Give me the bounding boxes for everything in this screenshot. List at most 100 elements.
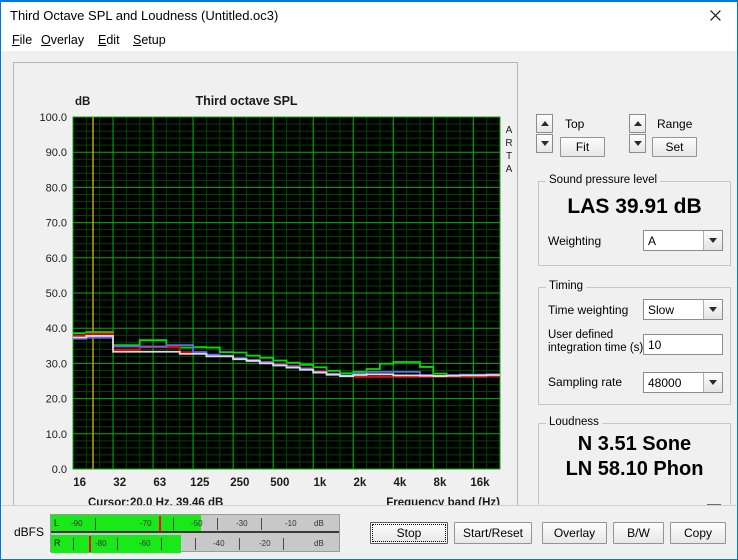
svg-text:A: A	[506, 125, 513, 136]
svg-text:90.0: 90.0	[46, 147, 67, 159]
svg-text:R: R	[505, 138, 512, 149]
weighting-label: Weighting	[548, 234, 602, 248]
sampling-rate-value: 48000	[648, 375, 682, 390]
dbfs-label: dBFS	[14, 525, 45, 539]
meter-tick	[239, 538, 240, 550]
meter-unit-label: dB	[314, 539, 324, 548]
top-spinner-up[interactable]	[536, 114, 553, 133]
meter-tick	[261, 518, 262, 530]
bw-button[interactable]: B/W	[613, 522, 664, 544]
sound-pressure-level-group: Sound pressure level LAS 39.91 dB Weight…	[538, 174, 731, 266]
loudness-phon-value: LN 58.10 Phon	[565, 458, 704, 480]
meter-unit-label: dB	[314, 519, 324, 528]
integration-time-input[interactable]: 10	[643, 334, 723, 355]
top-spinner-down[interactable]	[536, 134, 553, 153]
meter-channel-right: R	[54, 538, 61, 548]
sampling-rate-select[interactable]: 48000	[643, 372, 723, 393]
svg-text:50.0: 50.0	[46, 288, 67, 300]
application-window: Third Octave SPL and Loudness (Untitled.…	[0, 0, 738, 560]
menu-item-overlay[interactable]: Overlay	[39, 33, 86, 47]
svg-text:500: 500	[270, 477, 289, 489]
svg-text:40.0: 40.0	[46, 323, 67, 335]
meter-clip-marker-left	[159, 516, 161, 532]
time-weighting-value: Slow	[648, 302, 675, 317]
meter-tick-label: -50	[191, 519, 203, 528]
svg-text:16k: 16k	[470, 477, 490, 489]
meter-tick-label: -20	[259, 539, 271, 548]
spl-group-title: Sound pressure level	[546, 174, 661, 186]
range-set-button[interactable]: Set	[652, 137, 697, 157]
svg-text:125: 125	[190, 477, 210, 489]
chevron-down-icon[interactable]	[703, 373, 722, 392]
start-reset-button[interactable]: Start/Reset	[454, 522, 532, 544]
meter-tick-label: -70	[140, 519, 152, 528]
overlay-button[interactable]: Overlay	[542, 522, 607, 544]
integration-time-label-line1: User defined	[548, 329, 614, 341]
svg-text:70.0: 70.0	[46, 218, 67, 230]
top-fit-button[interactable]: Fit	[560, 137, 605, 157]
time-weighting-select[interactable]: Slow	[643, 299, 723, 320]
triangle-down-icon	[540, 141, 549, 146]
timing-group-title: Timing	[546, 280, 587, 292]
meter-tick-label: -30	[236, 519, 248, 528]
sampling-rate-label: Sampling rate	[548, 375, 623, 389]
triangle-down-icon	[633, 141, 642, 146]
range-label: Range	[657, 117, 693, 131]
graph-panel[interactable]: 0.0 10.0 20.0 30.0 40.0 50.0 60.0 70.0 80.0 90.0 1…	[13, 62, 518, 510]
integration-time-label-line2: integration time (s)	[548, 342, 644, 354]
meter-tick	[73, 538, 74, 550]
loudness-group-title: Loudness	[546, 416, 602, 428]
svg-text:0.0: 0.0	[52, 464, 67, 476]
triangle-up-icon	[540, 121, 549, 126]
svg-text:30.0: 30.0	[46, 358, 67, 370]
meter-tick	[117, 538, 118, 550]
menu-item-edit[interactable]: Edit	[96, 33, 122, 47]
close-icon[interactable]	[693, 2, 737, 29]
bottom-bar: dBFS L -90 -70 -50 -30 -10 dB R -80 -60 …	[2, 505, 736, 559]
client-area: 0.0 10.0 20.0 30.0 40.0 50.0 60.0 70.0 80.0 90.0 1…	[2, 51, 736, 559]
svg-text:4k: 4k	[394, 477, 407, 489]
meter-channel-left: L	[54, 518, 60, 528]
meter-tick	[217, 518, 218, 530]
meter-tick	[161, 538, 162, 550]
weighting-select[interactable]: A	[643, 230, 723, 251]
meter-tick	[195, 538, 196, 550]
meter-tick	[173, 518, 174, 530]
meter-tick-label: -10	[285, 519, 297, 528]
spl-value: LAS 39.91 dB	[567, 195, 702, 218]
meter-tick-label: -90	[71, 519, 83, 528]
time-weighting-label: Time weighting	[548, 303, 629, 317]
range-spinner[interactable]	[629, 114, 646, 153]
svg-text:32: 32	[113, 477, 126, 489]
svg-text:16: 16	[73, 477, 86, 489]
meter-clip-marker-right	[89, 536, 91, 552]
meter-row-left: L -90 -70 -50 -30 -10 dB	[51, 515, 339, 533]
svg-text:63: 63	[153, 477, 166, 489]
spl-chart[interactable]: 0.0 10.0 20.0 30.0 40.0 50.0 60.0 70.0 80.0 90.0 1…	[14, 63, 517, 509]
stop-button[interactable]: Stop	[370, 522, 448, 544]
loudness-sone-value: N 3.51 Sone	[577, 433, 692, 455]
meter-tick-label: -40	[213, 539, 225, 548]
svg-text:8k: 8k	[434, 477, 447, 489]
svg-text:2k: 2k	[353, 477, 366, 489]
svg-text:Third octave SPL: Third octave SPL	[195, 94, 297, 108]
chevron-down-icon[interactable]	[703, 300, 722, 319]
weighting-value: A	[648, 233, 657, 248]
triangle-up-icon	[633, 121, 642, 126]
range-spinner-down[interactable]	[629, 134, 646, 153]
meter-tick-label: -80	[95, 539, 107, 548]
menu-item-file[interactable]: File	[10, 33, 34, 47]
copy-button[interactable]: Copy	[670, 522, 726, 544]
svg-text:100.0: 100.0	[39, 112, 67, 124]
svg-text:20.0: 20.0	[46, 394, 67, 406]
title-bar: Third Octave SPL and Loudness (Untitled.…	[1, 2, 737, 30]
svg-text:60.0: 60.0	[46, 253, 67, 265]
svg-text:250: 250	[230, 477, 249, 489]
menu-bar: File Overlay Edit Setup	[1, 30, 737, 51]
svg-text:dB: dB	[75, 96, 90, 108]
chevron-down-icon[interactable]	[703, 231, 722, 250]
menu-item-setup[interactable]: Setup	[131, 33, 168, 47]
top-label: Top	[565, 117, 585, 131]
range-spinner-up[interactable]	[629, 114, 646, 133]
top-spinner[interactable]	[536, 114, 553, 153]
